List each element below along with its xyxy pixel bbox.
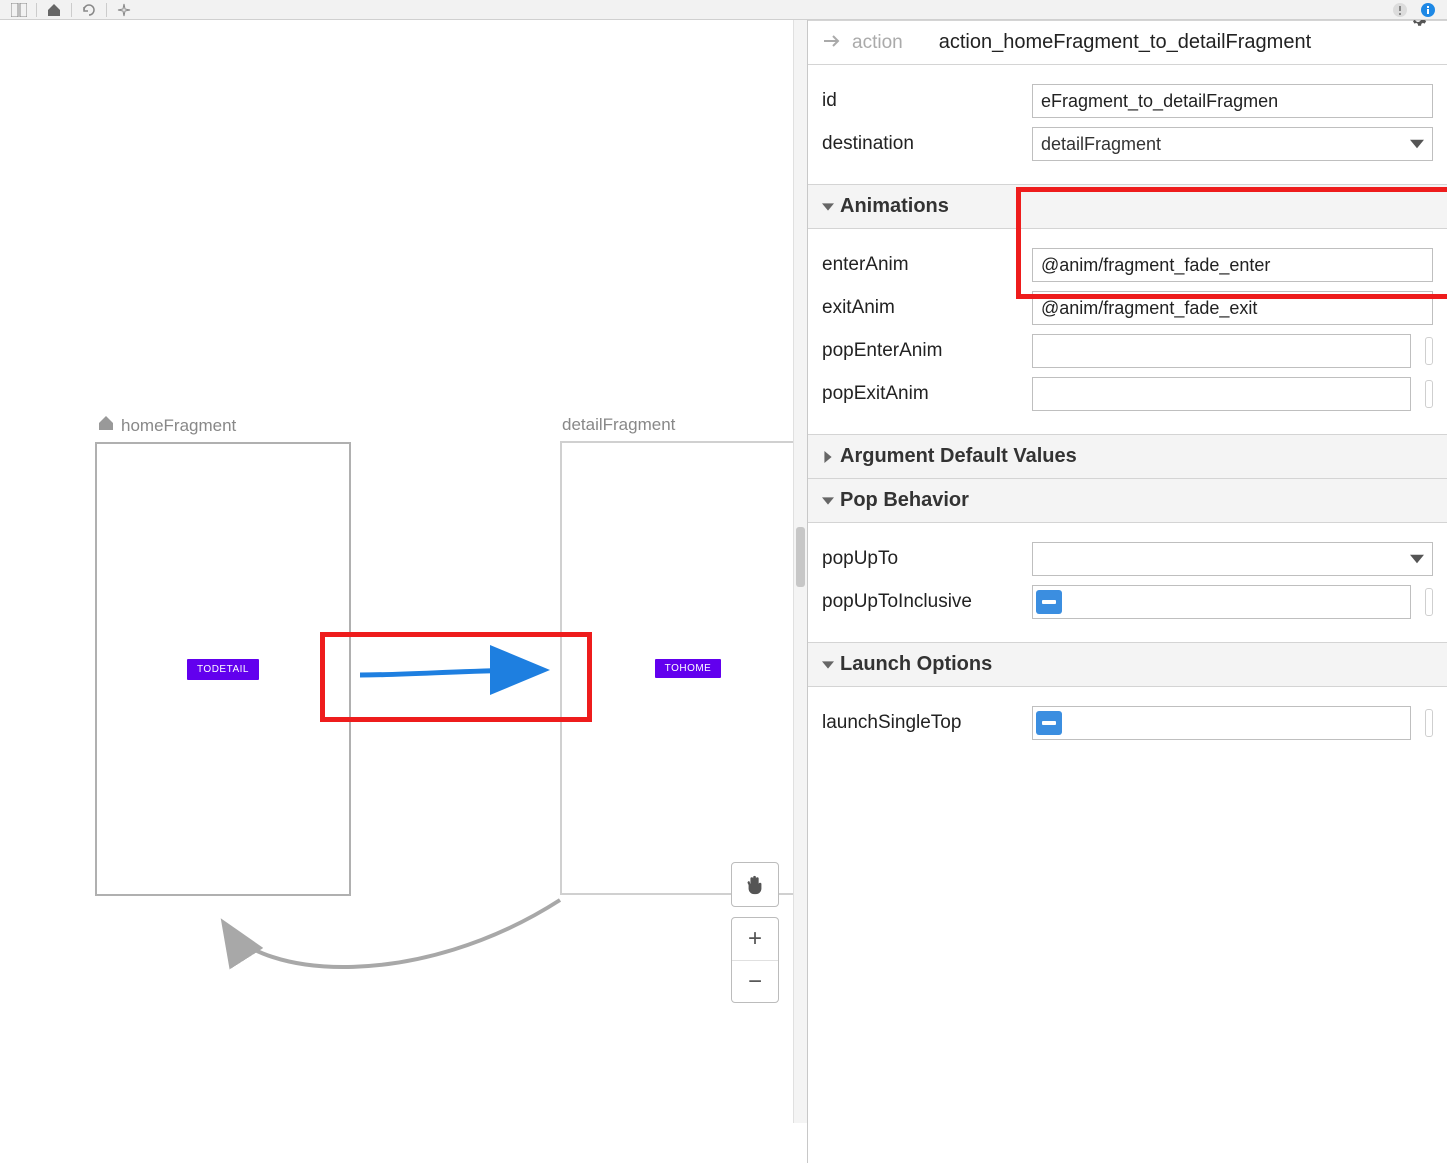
section-title: Argument Default Values	[840, 445, 1077, 468]
start-destination-icon	[97, 415, 115, 436]
hand-icon	[744, 874, 766, 896]
fragment-detail[interactable]: detailFragment TOHOME	[560, 415, 807, 895]
main-area: homeFragment TODETAIL detailFragment TOH…	[0, 20, 1447, 1163]
fragment-preview[interactable]: TOHOME	[560, 441, 807, 895]
zoom-group: + −	[731, 917, 779, 1003]
id-input[interactable]	[1032, 84, 1433, 118]
prop-label: popExitAnim	[822, 383, 1022, 405]
panel-title: Attributes	[822, 20, 898, 23]
prop-label: popUpToInclusive	[822, 591, 1022, 613]
zoom-in-button[interactable]: +	[732, 918, 778, 960]
pan-button[interactable]	[731, 862, 779, 907]
toolbar-separator	[36, 3, 37, 17]
layout-icon[interactable]	[8, 1, 30, 19]
nav-graph-canvas[interactable]: homeFragment TODETAIL detailFragment TOH…	[0, 20, 807, 1163]
launchsingletop-field[interactable]	[1032, 706, 1411, 740]
section-title: Launch Options	[840, 653, 992, 676]
prop-row-popupto: popUpTo	[822, 542, 1433, 576]
prop-label: id	[822, 90, 1022, 112]
popbehavior-props: popUpTo popUpToInclusive	[808, 523, 1447, 643]
chevron-right-icon	[822, 451, 834, 463]
highlight-animations	[1016, 187, 1447, 299]
home-icon[interactable]	[43, 1, 65, 19]
fragment-header: homeFragment	[95, 415, 351, 436]
canvas-scrollbar[interactable]	[793, 20, 807, 1123]
top-toolbar	[0, 0, 1447, 20]
popupto-inclusive-field[interactable]	[1032, 585, 1411, 619]
chevron-down-icon	[1410, 552, 1424, 566]
prop-row-destination: destination detailFragment	[822, 127, 1433, 161]
gear-icon	[1409, 20, 1427, 28]
select-value: detailFragment	[1041, 134, 1161, 155]
toolbar-separator	[106, 3, 107, 17]
prop-row-launchsingletop: launchSingleTop	[822, 706, 1433, 740]
fragment-header: detailFragment	[560, 415, 807, 435]
chevron-down-icon	[822, 201, 834, 213]
action-type-label: action	[852, 32, 903, 54]
animations-props: enterAnim exitAnim popEnterAnim popExitA…	[808, 229, 1447, 435]
prop-label: enterAnim	[822, 254, 1022, 276]
popenteranim-input[interactable]	[1032, 334, 1411, 368]
more-indicator-icon[interactable]	[1425, 337, 1433, 365]
prop-row-popenteranim: popEnterAnim	[822, 334, 1433, 368]
popexitanim-input[interactable]	[1032, 377, 1411, 411]
popupto-select[interactable]	[1032, 542, 1433, 576]
chevron-down-icon	[822, 495, 834, 507]
toolbar-separator	[71, 3, 72, 17]
prop-row-popuptoinclusive: popUpToInclusive	[822, 585, 1433, 619]
highlight-action-arrow	[320, 632, 592, 722]
prop-label: exitAnim	[822, 297, 1022, 319]
section-popbehavior[interactable]: Pop Behavior	[808, 479, 1447, 523]
prop-label: popEnterAnim	[822, 340, 1022, 362]
section-title: Animations	[840, 195, 949, 218]
info-icon[interactable]	[1417, 1, 1439, 19]
fragment-label: detailFragment	[562, 415, 675, 435]
refresh-icon[interactable]	[78, 1, 100, 19]
settings-button[interactable]	[1407, 20, 1429, 30]
more-indicator-icon[interactable]	[1425, 588, 1433, 616]
destination-select[interactable]: detailFragment	[1032, 127, 1433, 161]
fragment-button: TOHOME	[655, 659, 722, 678]
attributes-panel: Attributes action action_homeFragment_to…	[807, 20, 1447, 1163]
fragment-label: homeFragment	[121, 416, 236, 436]
section-argdefaults[interactable]: Argument Default Values	[808, 435, 1447, 479]
prop-label: popUpTo	[822, 548, 1022, 570]
prop-row-id: id	[822, 84, 1433, 118]
fragment-home[interactable]: homeFragment TODETAIL	[95, 415, 351, 896]
indeterminate-checkbox[interactable]	[1036, 590, 1062, 614]
fragment-button: TODETAIL	[187, 659, 259, 680]
fragment-preview[interactable]: TODETAIL	[95, 442, 351, 896]
prop-label: destination	[822, 133, 1022, 155]
section-title: Pop Behavior	[840, 489, 969, 512]
sparkle-icon[interactable]	[113, 1, 135, 19]
zoom-controls: + −	[731, 862, 779, 1003]
chevron-down-icon	[1410, 137, 1424, 151]
chevron-down-icon	[822, 659, 834, 671]
more-indicator-icon[interactable]	[1425, 380, 1433, 408]
section-launchoptions[interactable]: Launch Options	[808, 643, 1447, 687]
warning-icon[interactable]	[1389, 1, 1411, 19]
launch-props: launchSingleTop	[808, 687, 1447, 763]
prop-row-popexitanim: popExitAnim	[822, 377, 1433, 411]
prop-label: launchSingleTop	[822, 712, 1022, 734]
scrollbar-thumb[interactable]	[796, 527, 805, 587]
more-indicator-icon[interactable]	[1425, 709, 1433, 737]
action-name: action_homeFragment_to_detailFragment	[939, 31, 1311, 54]
indeterminate-checkbox[interactable]	[1036, 711, 1062, 735]
action-title-row: action action_homeFragment_to_detailFrag…	[808, 20, 1447, 65]
zoom-out-button[interactable]: −	[732, 960, 778, 1002]
basic-props: id destination detailFragment	[808, 65, 1447, 185]
action-arrow-icon	[822, 34, 842, 51]
